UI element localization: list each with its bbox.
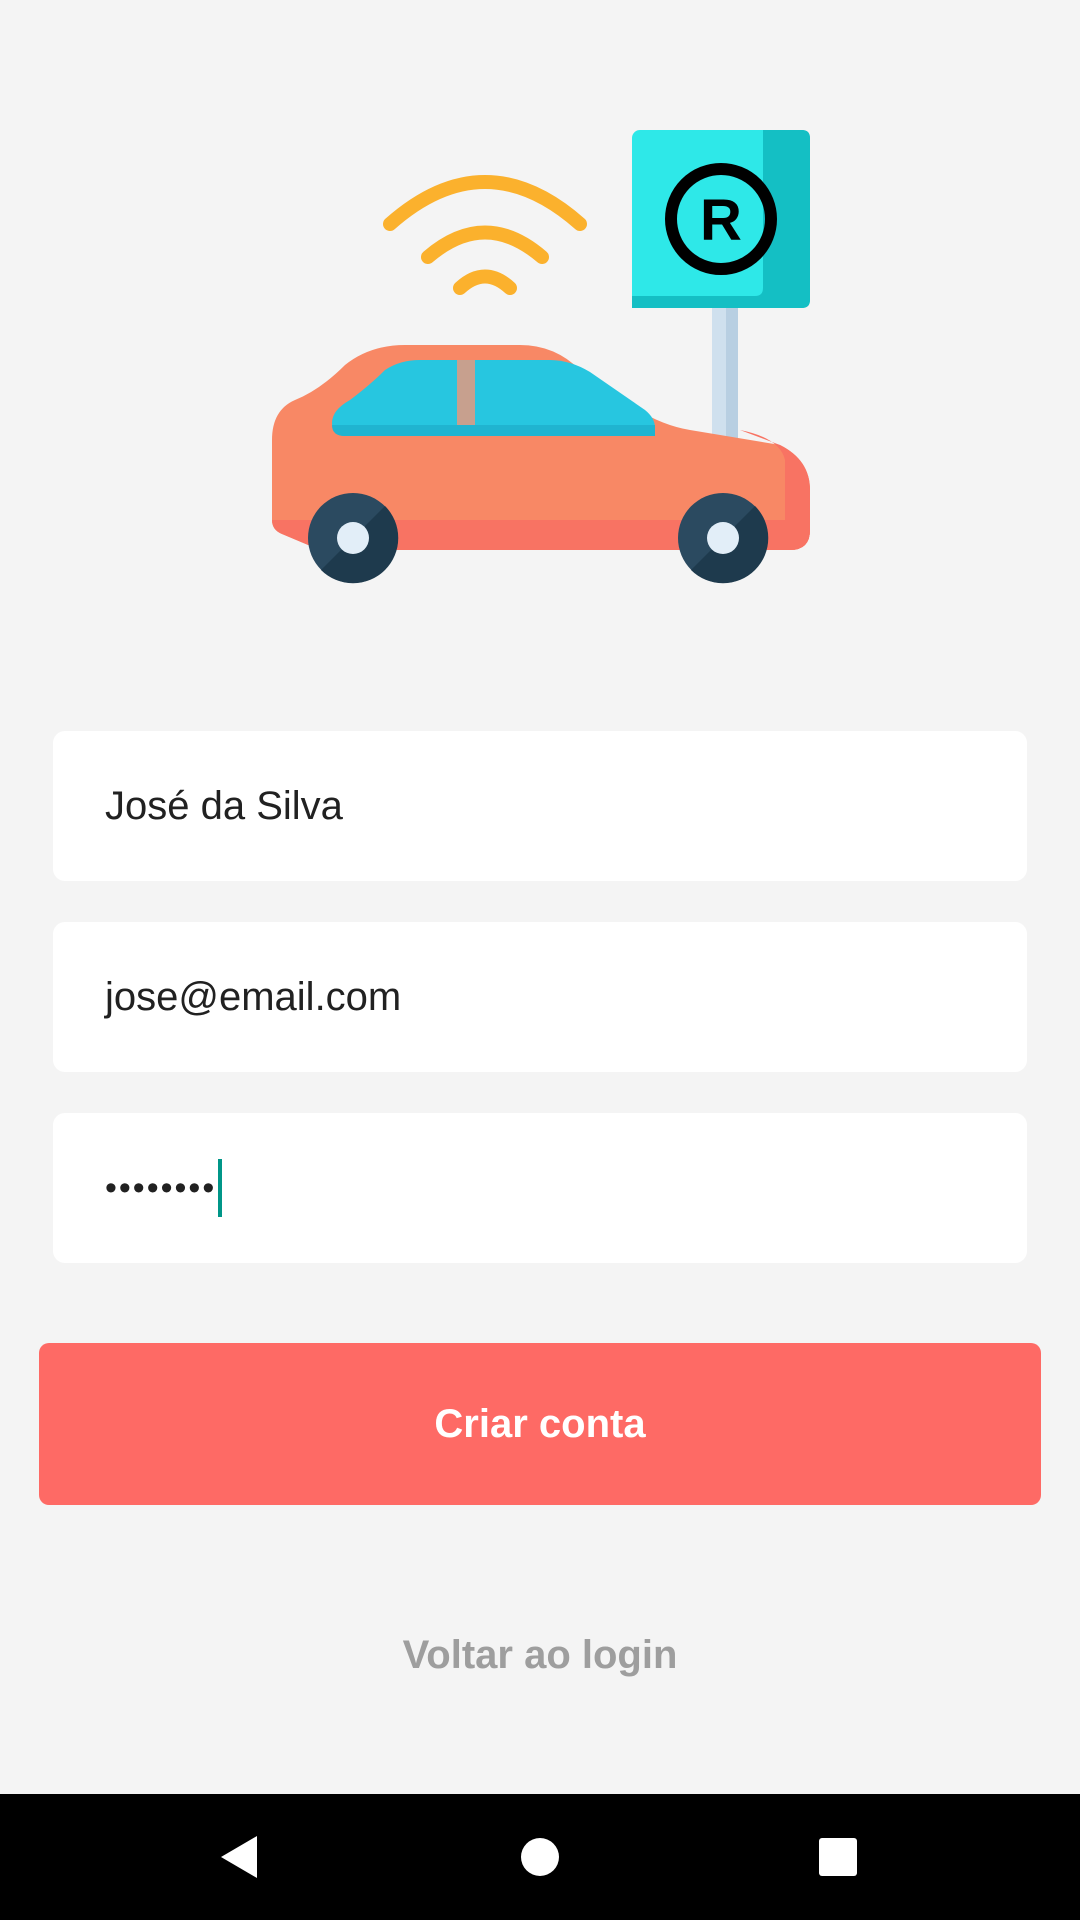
create-account-button-label: Criar conta bbox=[434, 1401, 646, 1446]
system-navigation-bar bbox=[0, 1794, 1080, 1920]
parking-sign-icon: R bbox=[632, 130, 810, 308]
password-field-value: •••••••• bbox=[105, 1168, 217, 1207]
name-field[interactable]: José da Silva bbox=[53, 731, 1027, 881]
text-cursor bbox=[218, 1159, 223, 1217]
create-account-button[interactable]: Criar conta bbox=[39, 1343, 1041, 1505]
back-icon[interactable] bbox=[180, 1794, 300, 1920]
car-parking-illustration: R bbox=[260, 120, 820, 600]
register-screen: R José da Silva jose@email.com •••••••• … bbox=[0, 0, 1080, 1794]
name-field-value: José da Silva bbox=[105, 783, 343, 828]
back-to-login-label: Voltar ao login bbox=[402, 1632, 678, 1677]
password-field[interactable]: •••••••• bbox=[53, 1113, 1027, 1263]
recents-icon[interactable] bbox=[778, 1794, 898, 1920]
email-field[interactable]: jose@email.com bbox=[53, 922, 1027, 1072]
car-wheel-left bbox=[308, 493, 399, 584]
email-field-value: jose@email.com bbox=[105, 974, 402, 1019]
car-wheel-right bbox=[678, 493, 769, 584]
svg-text:R: R bbox=[700, 188, 742, 253]
car-icon: R bbox=[272, 130, 810, 584]
home-icon[interactable] bbox=[480, 1794, 600, 1920]
wifi-signal-icon bbox=[383, 175, 587, 295]
back-to-login-link[interactable]: Voltar ao login bbox=[0, 1620, 1080, 1690]
